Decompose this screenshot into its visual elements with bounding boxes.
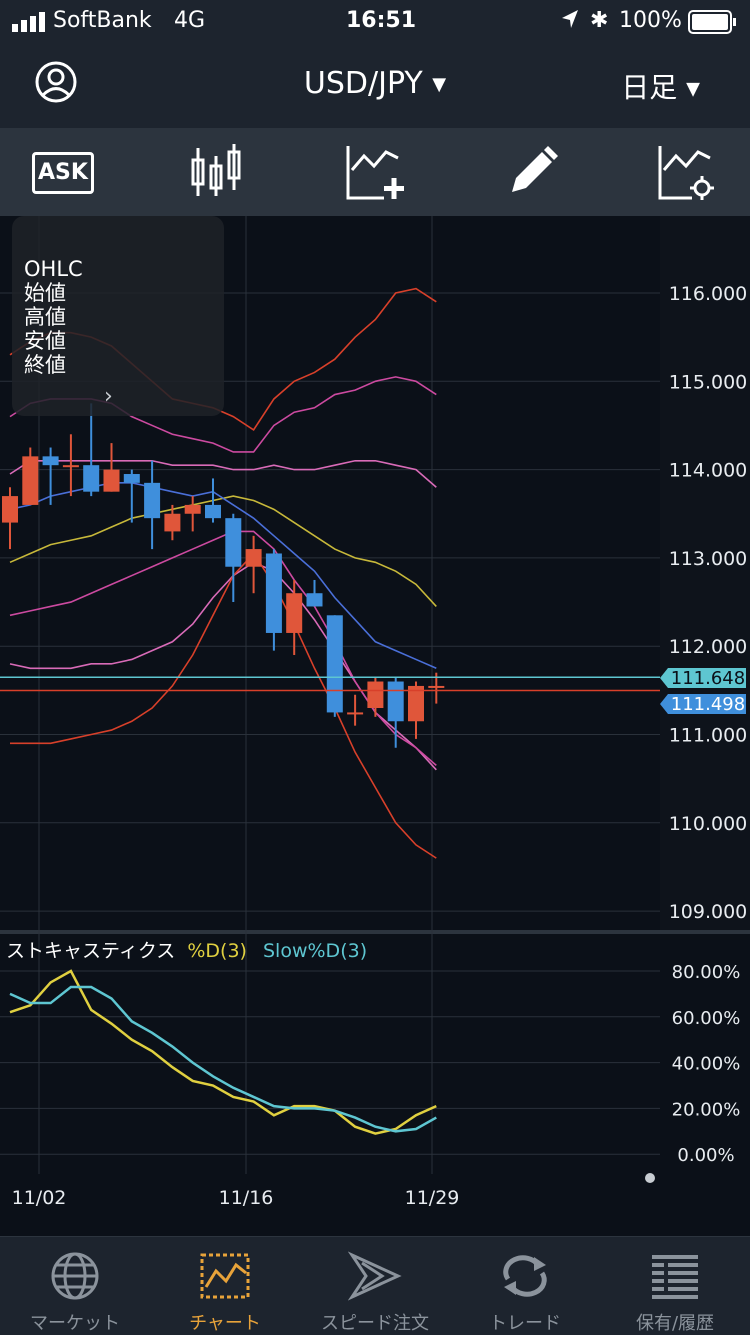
ohlc-open-label: 始値 bbox=[24, 281, 66, 305]
stochastic-name: ストキャスティクス bbox=[6, 940, 175, 962]
price-tick-label: 115.000 bbox=[669, 371, 748, 393]
stochastic-d-label: %D(3) bbox=[187, 940, 247, 962]
candle-body bbox=[123, 474, 140, 483]
stochastic-axis-labels: 80.00% 60.00% 40.00% 20.00% 0.00% bbox=[672, 962, 741, 1166]
chevron-right-icon[interactable]: › bbox=[104, 384, 113, 409]
candle-body bbox=[2, 496, 18, 523]
bluetooth-icon: ✱ bbox=[590, 8, 609, 33]
tab-speed-order[interactable]: スピード注文 bbox=[300, 1237, 450, 1335]
ohlc-high-label: 高値 bbox=[24, 305, 66, 329]
chart-settings-button[interactable] bbox=[646, 138, 726, 206]
period-selector[interactable]: 日足 ▼ bbox=[621, 66, 700, 106]
ohlc-low-label: 安値 bbox=[24, 329, 66, 353]
tab-bar: マーケット チャート スピード注文 トレード 保有/履歴 bbox=[0, 1236, 750, 1335]
candle-body bbox=[326, 615, 343, 713]
tab-history[interactable]: 保有/履歴 bbox=[600, 1237, 750, 1335]
price-tick-label: 111.000 bbox=[669, 725, 748, 747]
pane-divider[interactable] bbox=[0, 930, 750, 934]
candle-body bbox=[428, 685, 445, 688]
list-icon bbox=[652, 1255, 698, 1299]
date-tick-label: 11/29 bbox=[405, 1187, 460, 1209]
ohlc-title: OHLC bbox=[24, 257, 83, 281]
globe-icon bbox=[51, 1252, 99, 1300]
candle-body bbox=[184, 504, 201, 514]
stochastic-tick-label: 20.00% bbox=[672, 1099, 741, 1120]
stochastic-tick-label: 0.00% bbox=[677, 1145, 734, 1166]
candle-body bbox=[387, 681, 404, 722]
tab-trade[interactable]: トレード bbox=[450, 1237, 600, 1335]
battery-percent: 100% bbox=[619, 8, 682, 33]
tab-trade-label: トレード bbox=[489, 1313, 561, 1334]
candlestick-icon bbox=[191, 144, 241, 196]
carrier-name: SoftBank bbox=[53, 8, 152, 33]
tab-history-label: 保有/履歴 bbox=[635, 1313, 715, 1334]
drawing-tool-button[interactable] bbox=[492, 138, 572, 206]
candle-body bbox=[22, 456, 39, 505]
ask-price-label: 111.648 bbox=[671, 668, 745, 689]
chevron-down-icon: ▼ bbox=[686, 78, 700, 100]
currency-pair-title: USD/JPY bbox=[303, 66, 423, 101]
pencil-icon bbox=[512, 146, 558, 192]
tab-speed-order-label: スピード注文 bbox=[321, 1313, 429, 1334]
price-tick-label: 116.000 bbox=[669, 283, 748, 305]
candle-body bbox=[286, 593, 303, 633]
tab-market[interactable]: マーケット bbox=[0, 1237, 150, 1335]
bid-price-label: 111.498 bbox=[671, 694, 745, 715]
stochastic-legend: ストキャスティクス %D(3) Slow%D(3) bbox=[6, 940, 367, 962]
tab-market-label: マーケット bbox=[30, 1313, 120, 1334]
candle-body bbox=[205, 504, 221, 519]
stochastic-bg bbox=[0, 934, 660, 1174]
status-bar: SoftBank 4G 16:51 ✱ 100% bbox=[0, 0, 750, 44]
ohlc-close-label: 終値 bbox=[24, 353, 66, 377]
date-axis-labels: 11/02 11/16 11/29 bbox=[12, 1187, 460, 1209]
candle-body bbox=[42, 456, 59, 466]
chart-toolbar: ASK bbox=[0, 128, 750, 216]
price-tick-label: 110.000 bbox=[669, 813, 748, 835]
add-indicator-button[interactable] bbox=[334, 138, 414, 206]
refresh-arrows-icon bbox=[503, 1255, 547, 1297]
stochastic-tick-label: 40.00% bbox=[672, 1054, 741, 1075]
candle-body bbox=[367, 681, 384, 709]
add-chart-icon bbox=[346, 146, 404, 200]
candle-body bbox=[265, 553, 282, 633]
candle-type-button[interactable] bbox=[176, 138, 256, 206]
header: USD/JPY ▼ 日足 ▼ bbox=[0, 44, 750, 128]
network-type: 4G bbox=[174, 8, 206, 33]
candle-body bbox=[83, 465, 100, 492]
price-tick-label: 114.000 bbox=[669, 460, 748, 482]
chevron-down-icon: ▼ bbox=[432, 74, 447, 95]
candle-body bbox=[62, 465, 79, 468]
date-tick-label: 11/16 bbox=[219, 1187, 274, 1209]
price-tick-label: 109.000 bbox=[669, 901, 748, 923]
ask-label: ASK bbox=[32, 152, 94, 194]
speed-arrow-icon bbox=[348, 1251, 402, 1301]
candle-body bbox=[144, 482, 161, 519]
candle-body bbox=[164, 513, 181, 532]
candle-body bbox=[103, 469, 120, 492]
ohlc-popup[interactable]: OHLC 始値 高値 安値 終値 › bbox=[12, 216, 224, 416]
candle-body bbox=[225, 518, 242, 567]
candle-body bbox=[347, 712, 364, 715]
chart-settings-icon bbox=[658, 146, 714, 200]
tab-chart[interactable]: チャート bbox=[150, 1237, 300, 1335]
period-label: 日足 bbox=[621, 71, 678, 104]
scroll-indicator bbox=[645, 1173, 655, 1183]
location-icon bbox=[560, 8, 580, 36]
battery-icon bbox=[688, 10, 738, 40]
stochastic-tick-label: 80.00% bbox=[672, 962, 741, 983]
tab-chart-label: チャート bbox=[189, 1313, 261, 1334]
price-tick-label: 113.000 bbox=[669, 548, 748, 570]
stochastic-tick-label: 60.00% bbox=[672, 1008, 741, 1029]
chart-icon bbox=[200, 1253, 250, 1299]
price-tick-label: 112.000 bbox=[669, 636, 748, 658]
clock: 16:51 bbox=[346, 8, 417, 33]
ask-bid-toggle-button[interactable]: ASK bbox=[22, 138, 102, 206]
date-tick-label: 11/02 bbox=[12, 1187, 67, 1209]
candle-body bbox=[245, 549, 262, 567]
candle-body bbox=[306, 593, 323, 607]
stochastic-slow-label: Slow%D(3) bbox=[263, 940, 367, 962]
signal-icon bbox=[12, 12, 48, 38]
